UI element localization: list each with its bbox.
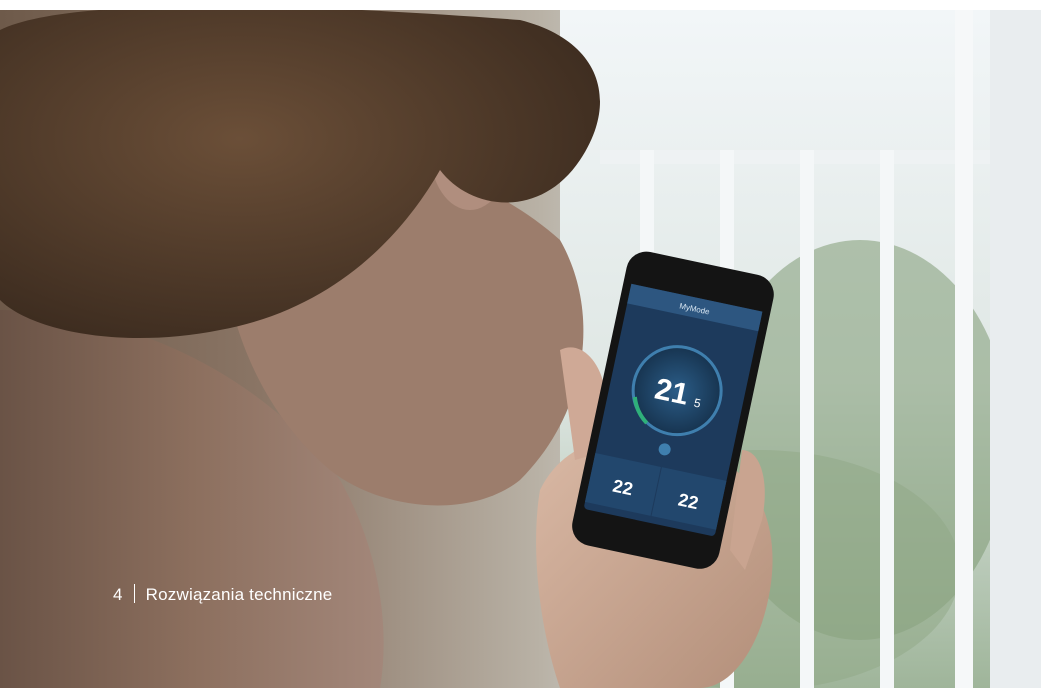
page-number: 4 <box>113 585 123 604</box>
photo: MyMode 21 5 22 22 4 Rozwiązania techniczn… <box>0 10 1041 688</box>
main-temperature: 21 <box>652 372 692 411</box>
caption-divider <box>133 584 135 603</box>
window-frame <box>990 10 1041 688</box>
caption: 4 Rozwiązania techniczne <box>113 584 332 605</box>
zone-right-temperature: 22 <box>676 490 700 514</box>
zone-left-temperature: 22 <box>611 476 635 500</box>
railing-top <box>600 150 990 164</box>
caption-title: Rozwiązania techniczne <box>145 585 333 604</box>
